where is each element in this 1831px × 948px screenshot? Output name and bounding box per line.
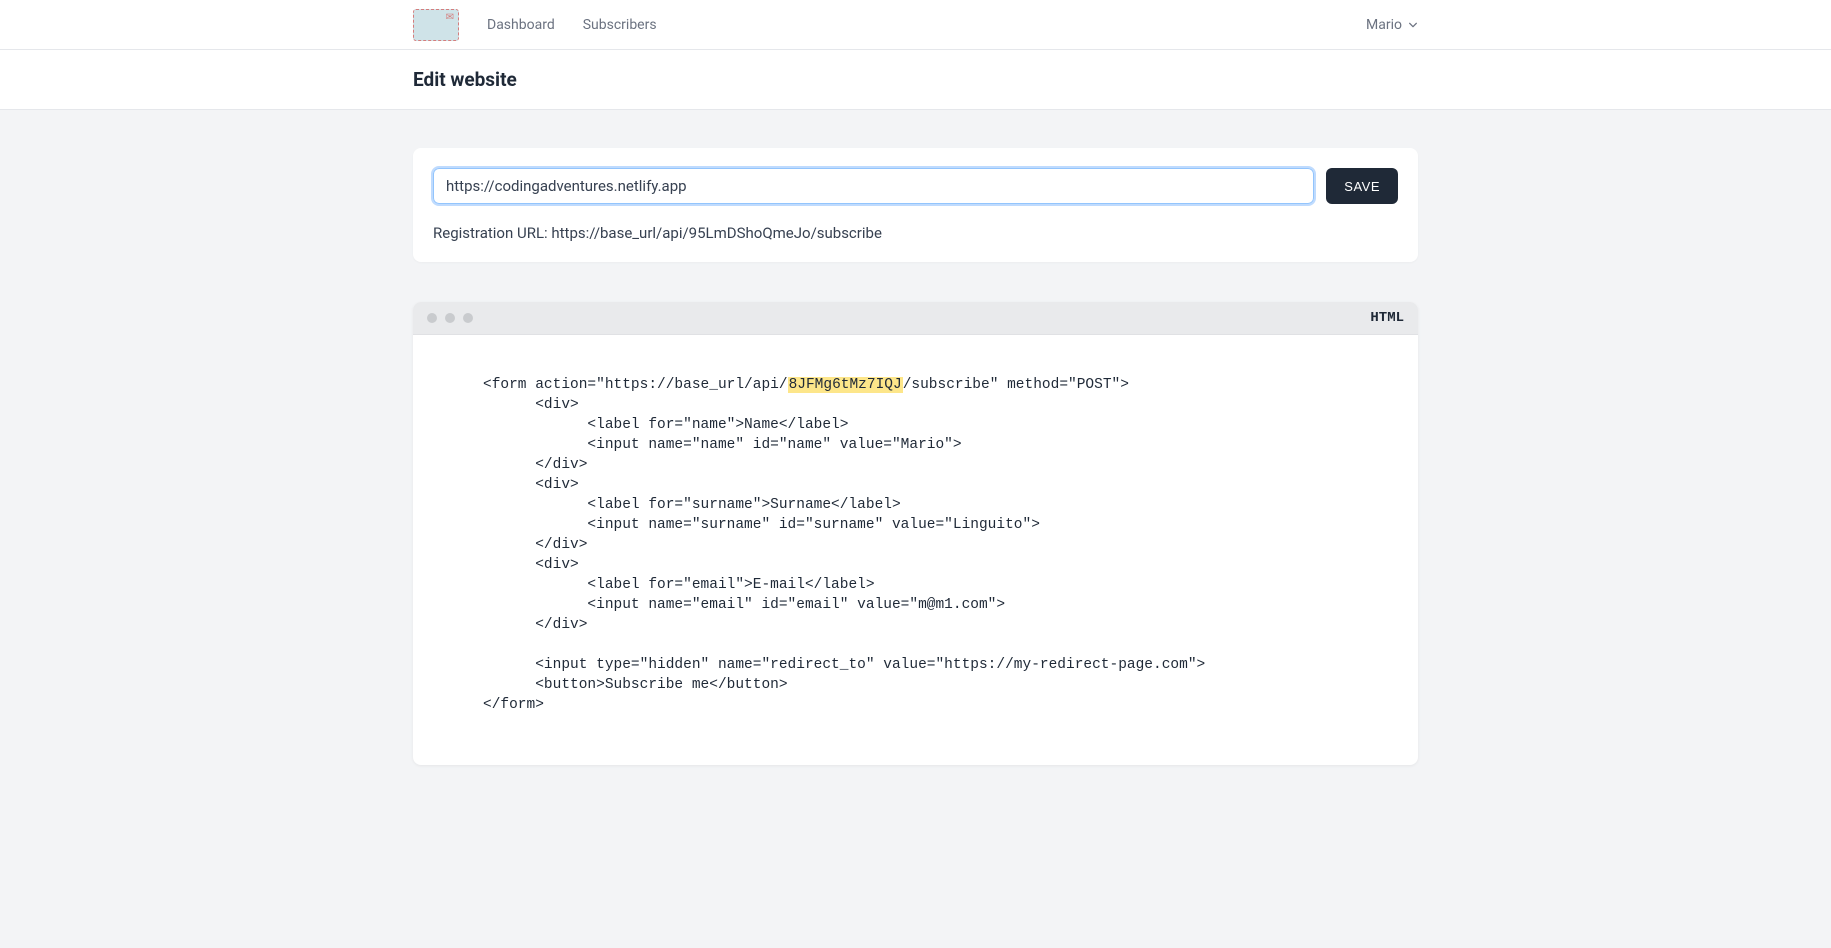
code-line: /subscribe" method="POST"> [903,377,1129,393]
code-snippet-card: HTML <form action="https://base_url/api/… [413,302,1418,765]
logo[interactable] [413,9,459,41]
code-highlight: 8JFMg6tMz7IQJ [788,377,903,393]
code-line: <div> [483,477,579,493]
chevron-down-icon [1408,20,1418,30]
code-line: <div> [483,397,579,413]
registration-url-value: https://base_url/api/95LmDShoQmeJo/subsc… [551,224,882,242]
code-line: <input name="surname" id="surname" value… [483,517,1040,533]
page-title-bar: Edit website [0,50,1831,110]
registration-url-text: Registration URL: https://base_url/api/9… [433,224,1398,242]
window-dot-icon [445,313,455,323]
window-dot-icon [463,313,473,323]
code-line: <div> [483,557,579,573]
code-line: <button>Subscribe me</button> [483,677,788,693]
code-line: </div> [483,537,587,553]
code-line: <form action="https://base_url/api/ [483,377,788,393]
code-header: HTML [413,302,1418,335]
code-line: <label for="surname">Surname</label> [483,497,901,513]
user-menu[interactable]: Mario [1366,17,1418,33]
code-line: <input type="hidden" name="redirect_to" … [483,657,1205,673]
nav-dashboard[interactable]: Dashboard [487,17,555,33]
registration-url-label: Registration URL: [433,224,551,242]
code-line: </div> [483,457,587,473]
window-controls [427,313,473,323]
code-line: <input name="name" id="name" value="Mari… [483,437,962,453]
code-line: </div> [483,617,587,633]
user-name: Mario [1366,17,1402,33]
nav-subscribers[interactable]: Subscribers [583,17,657,33]
main-content: SAVE Registration URL: https://base_url/… [413,110,1418,803]
top-navigation: Dashboard Subscribers Mario [0,0,1831,50]
window-dot-icon [427,313,437,323]
edit-website-card: SAVE Registration URL: https://base_url/… [413,148,1418,262]
code-line: </form> [483,697,544,713]
website-url-input[interactable] [433,168,1314,204]
code-line: <label for="email">E-mail</label> [483,577,875,593]
save-button[interactable]: SAVE [1326,168,1398,204]
code-line: <input name="email" id="email" value="m@… [483,597,1005,613]
code-language-label: HTML [1370,310,1404,326]
code-line: <label for="name">Name</label> [483,417,848,433]
page-title: Edit website [413,68,1418,91]
code-body[interactable]: <form action="https://base_url/api/8JFMg… [413,335,1418,765]
